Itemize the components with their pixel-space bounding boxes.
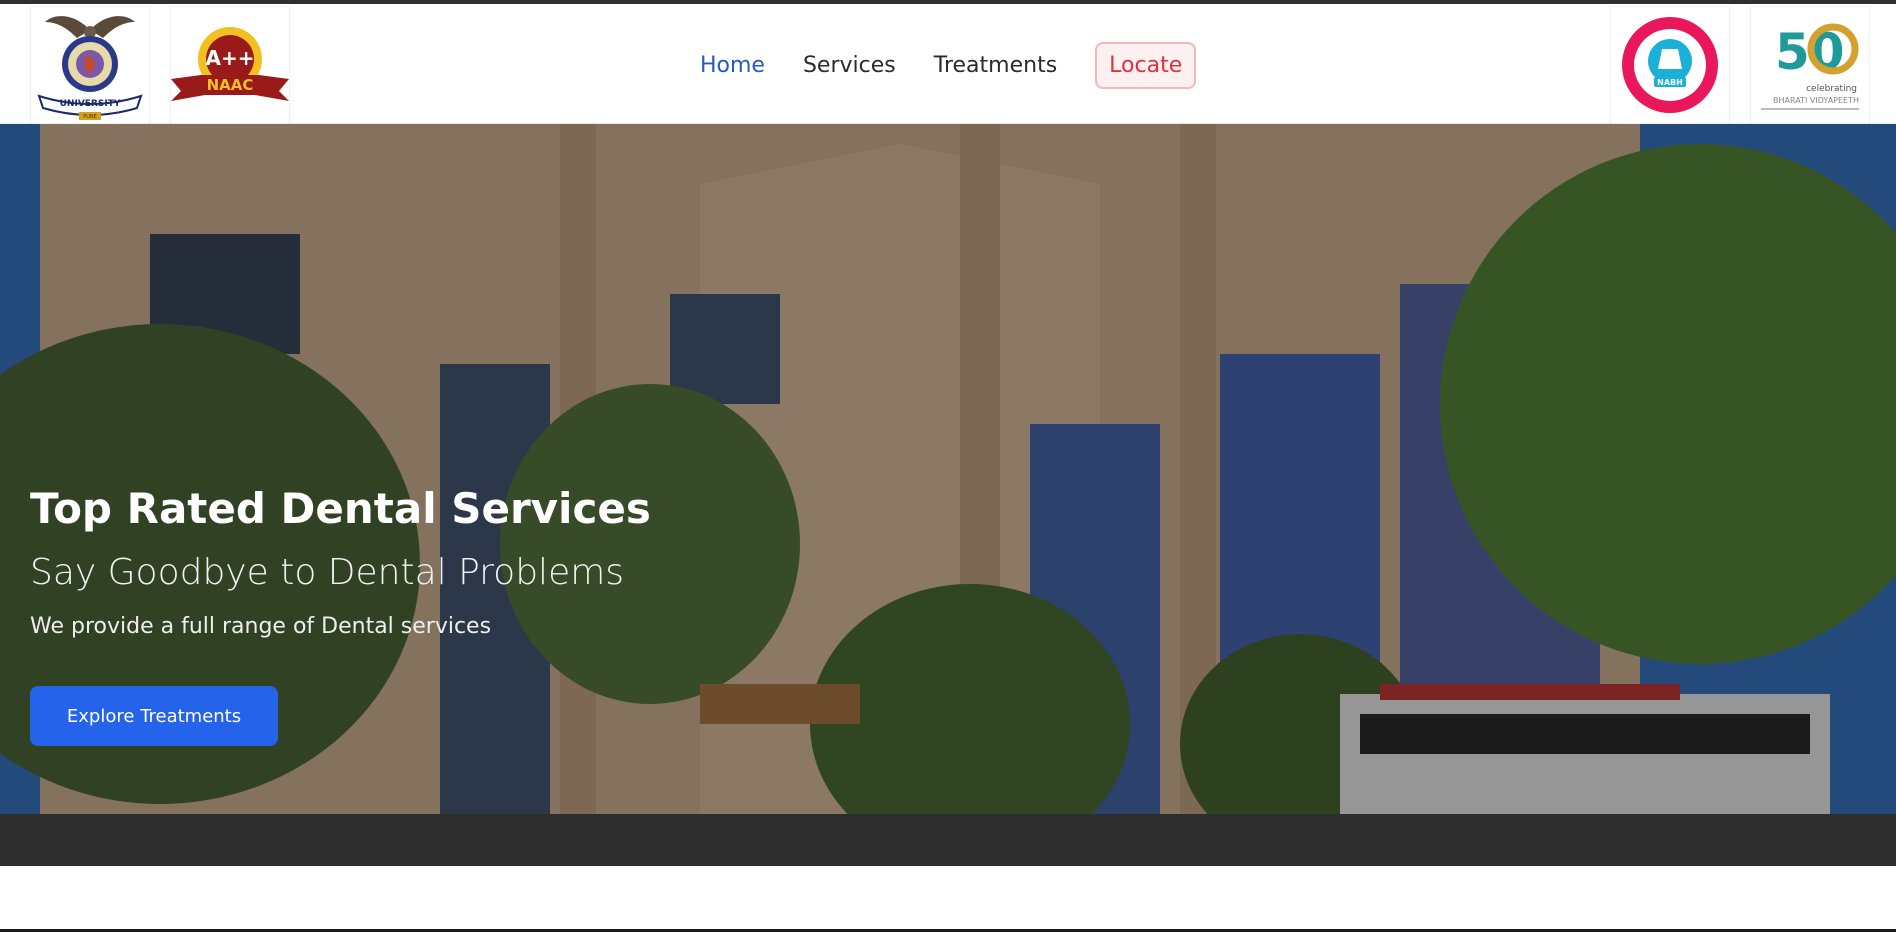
main-nav: Home Services Treatments Locate [700, 40, 1197, 90]
svg-text:A++: A++ [206, 46, 255, 70]
nav-services[interactable]: Services [803, 53, 896, 78]
fifty-years-emblem-icon: 50 celebrating BHARATI VIDYAPEETH [1761, 23, 1859, 110]
hero-description: We provide a full range of Dental servic… [30, 614, 492, 639]
svg-text:BHARATI VIDYAPEETH: BHARATI VIDYAPEETH [1773, 96, 1859, 105]
svg-text:celebrating: celebrating [1806, 84, 1857, 94]
locate-button[interactable]: Locate [1095, 41, 1197, 89]
svg-text:PUNE: PUNE [83, 114, 97, 120]
nav-treatments[interactable]: Treatments [934, 53, 1057, 78]
svg-text:NABH: NABH [1657, 78, 1683, 87]
svg-text:NAAC: NAAC [207, 76, 254, 94]
nabh-logo[interactable]: NABH [1610, 6, 1730, 124]
below-hero-area [0, 866, 1896, 932]
fifty-years-logo[interactable]: 50 celebrating BHARATI VIDYAPEETH [1750, 6, 1870, 124]
hero-title: Top Rated Dental Services [30, 484, 651, 533]
hero-banner: Top Rated Dental Services Say Goodbye to… [0, 124, 1896, 866]
naac-a-plus-plus-icon: A++ NAAC [171, 27, 289, 101]
svg-text:UNIVERSITY: UNIVERSITY [60, 99, 121, 109]
university-logo[interactable]: UNIVERSITY PUNE [30, 6, 150, 124]
site-header: UNIVERSITY PUNE A++ NAAC Home Services T… [0, 4, 1896, 124]
explore-treatments-button[interactable]: Explore Treatments [30, 686, 278, 746]
naac-badge[interactable]: A++ NAAC [170, 6, 290, 124]
nav-home[interactable]: Home [700, 53, 765, 78]
hero-subtitle: Say Goodbye to Dental Problems [30, 552, 625, 593]
university-emblem-icon: UNIVERSITY PUNE [37, 16, 143, 120]
nabh-seal-icon: NABH [1622, 17, 1718, 113]
